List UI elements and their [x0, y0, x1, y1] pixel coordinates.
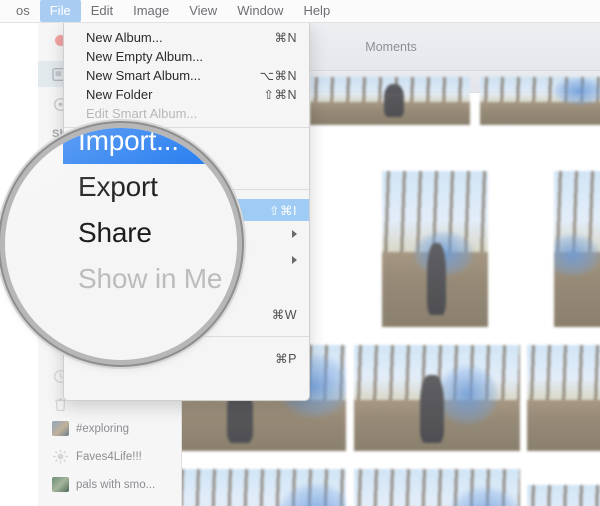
menu-item-label: New Smart Album...: [86, 68, 201, 83]
menubar-item-file[interactable]: File: [39, 0, 81, 22]
submenu-arrow-icon: [292, 256, 297, 264]
menu-bar: os File Edit Image View Window Help: [0, 0, 600, 23]
sidebar-album-exploring[interactable]: #exploring: [38, 415, 182, 442]
photo-thumbnail[interactable]: [554, 171, 600, 327]
sidebar-album-label: pals with smo...: [76, 478, 156, 491]
menubar-item-help[interactable]: Help: [293, 0, 340, 22]
sidebar-album-label: Faves4Life!!!: [76, 450, 142, 463]
menu-item-shortcut: ⌘P: [275, 351, 297, 366]
sidebar-album-pals[interactable]: pals with smo...: [38, 471, 182, 498]
magnified-item-share[interactable]: Share: [63, 210, 237, 256]
menu-item-label: New Album...: [86, 30, 163, 45]
sidebar-album-faves[interactable]: Faves4Life!!!: [38, 443, 182, 470]
menubar-item-app[interactable]: os: [0, 0, 40, 22]
menu-item-label: New Empty Album...: [86, 49, 204, 64]
menubar-item-image[interactable]: Image: [123, 0, 179, 22]
screenshot-root: Moments #exploring Faves4Life!!! pals wi…: [0, 0, 600, 506]
photo-thumbnail[interactable]: [354, 345, 520, 451]
photo-thumbnail[interactable]: [527, 345, 600, 451]
menu-item-new-album[interactable]: New Album... ⌘N: [64, 28, 309, 47]
page-title: Moments: [365, 39, 417, 54]
magnified-menu: Create Slideshow Order Prints Import... …: [63, 128, 237, 302]
menu-item-shortcut: ⌥⌘N: [259, 69, 297, 83]
menu-item-shortcut: ⌘W: [271, 307, 297, 322]
menu-item-new-folder[interactable]: New Folder ⇧⌘N: [64, 85, 309, 104]
menubar-item-edit[interactable]: Edit: [81, 0, 123, 22]
magnified-item-label: Export: [78, 171, 158, 202]
sidebar-album-label: #exploring: [76, 422, 130, 435]
menu-item-shortcut: ⌘N: [274, 31, 297, 45]
photo-thumbnail[interactable]: [310, 77, 470, 125]
menu-item-shortcut: ⇧⌘I: [269, 203, 297, 218]
menu-item-edit-smart-album: Edit Smart Album...: [64, 104, 309, 123]
photo-thumbnail[interactable]: [182, 469, 346, 506]
photo-thumbnail[interactable]: [382, 171, 488, 327]
menu-item-new-empty-album[interactable]: New Empty Album...: [64, 47, 309, 66]
magnifier-lens: Create Slideshow Order Prints Import... …: [5, 128, 237, 360]
magnified-item-label: Show in Me: [78, 263, 223, 294]
magnified-item-show-in-finder: Show in Me: [63, 256, 237, 302]
sidebar-album-social[interactable]: social~: [38, 499, 182, 506]
submenu-arrow-icon: [292, 230, 297, 238]
magnified-item-export[interactable]: Export: [63, 164, 237, 210]
album-thumb-pals-icon: [52, 477, 69, 492]
magnifier-ring: Create Slideshow Order Prints Import... …: [5, 128, 237, 360]
menubar-item-window[interactable]: Window: [227, 0, 293, 22]
menubar-item-view[interactable]: View: [179, 0, 227, 22]
magnifier-content: Create Slideshow Order Prints Import... …: [5, 128, 237, 360]
menu-item-shortcut: ⇧⌘N: [263, 88, 297, 102]
photo-thumbnail[interactable]: [527, 485, 600, 506]
magnified-item-label: Import...: [78, 128, 179, 156]
menu-item-new-smart-album[interactable]: New Smart Album... ⌥⌘N: [64, 66, 309, 85]
magnified-item-import[interactable]: Import...: [63, 128, 237, 164]
album-thumb-exploring-icon: [52, 421, 69, 436]
sun-icon: [52, 449, 69, 464]
menu-item-label: Edit Smart Album...: [86, 106, 198, 121]
photo-thumbnail[interactable]: [480, 77, 600, 125]
menu-item-label: New Folder: [86, 87, 153, 102]
photo-thumbnail[interactable]: [354, 469, 520, 506]
magnified-item-label: Share: [78, 217, 152, 248]
